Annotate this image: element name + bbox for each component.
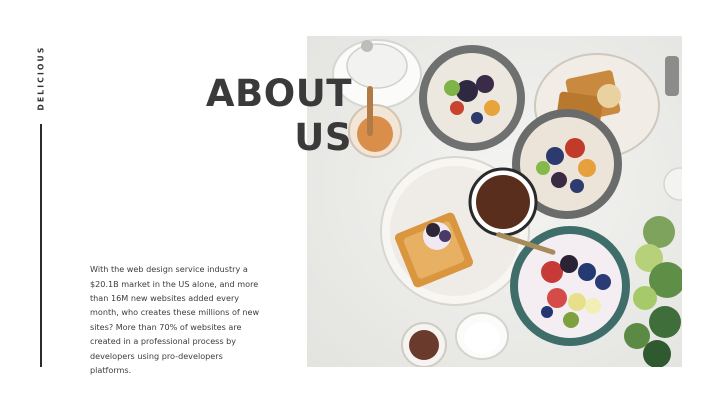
- slide: DELICIOUS ABOUT US With the web design s…: [0, 0, 720, 405]
- body-paragraph: With the web design service industry a $…: [90, 264, 260, 375]
- title-line-2: US: [294, 116, 352, 159]
- photo-illustration: [307, 36, 682, 367]
- side-label: DELICIOUS: [34, 38, 48, 118]
- vertical-divider: [40, 124, 42, 367]
- title-line-1: ABOUT: [205, 72, 352, 115]
- page-title: ABOUT US: [206, 72, 352, 160]
- side-label-text: DELICIOUS: [36, 45, 46, 111]
- food-flatlay-photo: [307, 36, 682, 367]
